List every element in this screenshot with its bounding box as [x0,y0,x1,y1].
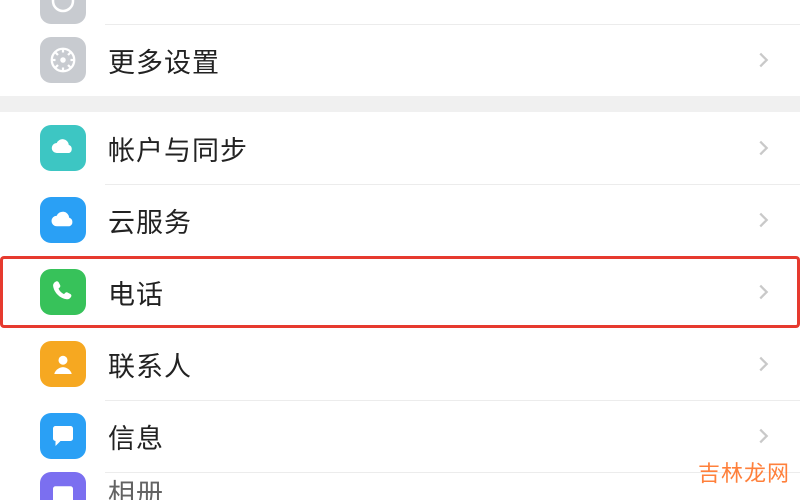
settings-row-label: 联系人 [108,345,752,384]
settings-row-gallery[interactable]: 相册 [0,472,800,488]
settings-row-messages[interactable]: 信息 [0,400,800,472]
gallery-icon [40,472,86,500]
chevron-right-icon [752,137,774,159]
chevron-right-icon [752,49,774,71]
chevron-right-icon [752,281,774,303]
chevron-right-icon [752,353,774,375]
settings-row-label: 电话 [108,273,752,312]
settings-row-clipped-top[interactable] [0,0,800,24]
chevron-right-icon [752,209,774,231]
settings-row-account-sync[interactable]: 帐户与同步 [0,112,800,184]
contacts-icon [40,341,86,387]
cloud-sync-icon [40,125,86,171]
chevron-right-icon [752,425,774,447]
settings-row-cloud-service[interactable]: 云服务 [0,184,800,256]
settings-row-contacts[interactable]: 联系人 [0,328,800,400]
settings-gear-icon [40,37,86,83]
settings-row-label: 云服务 [108,201,752,240]
settings-row-label: 帐户与同步 [108,129,752,168]
cloud-icon [40,197,86,243]
messages-icon [40,413,86,459]
settings-row-label: 更多设置 [108,41,752,80]
unknown-icon-clipped [40,0,86,24]
section-gap [0,96,800,112]
settings-row-label: 信息 [108,417,752,456]
settings-row-label: 相册 [108,472,774,500]
settings-row-more[interactable]: 更多设置 [0,24,800,96]
settings-row-phone[interactable]: 电话 [0,256,800,328]
phone-icon [40,269,86,315]
settings-screen: 更多设置 帐户与同步 云服务 电话 [0,0,800,500]
